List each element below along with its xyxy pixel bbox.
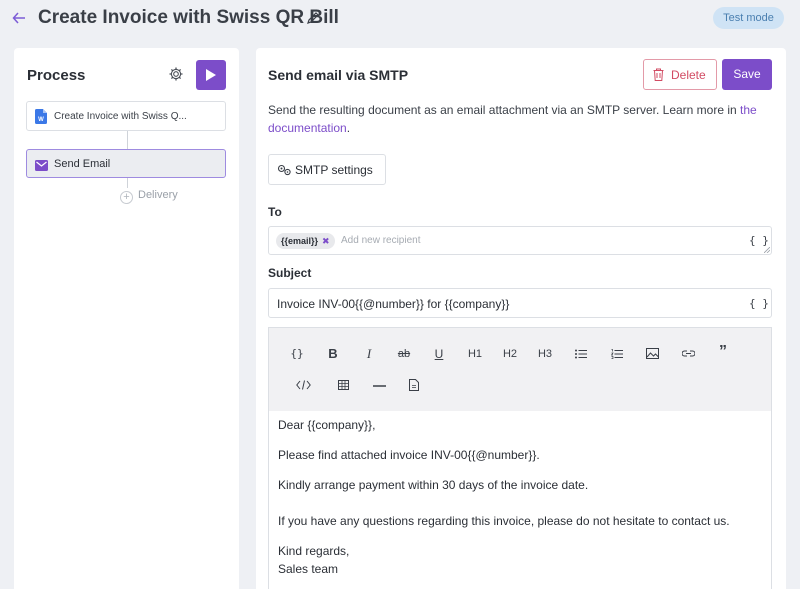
delete-button[interactable]: Delete (643, 59, 717, 90)
body-line: Sales team (278, 562, 339, 576)
code-icon[interactable] (291, 375, 315, 395)
play-icon (206, 69, 216, 81)
heading2-button[interactable]: H2 (498, 344, 522, 364)
editor-toolbar: {} B I ab U H1 H2 H3 ” (269, 328, 771, 411)
table-icon[interactable] (331, 375, 355, 395)
body-line: Dear {{company}}, (278, 418, 376, 432)
bullet-list-icon[interactable] (569, 344, 593, 364)
step-config-panel: Send email via SMTP Delete Save Send the… (256, 48, 786, 589)
add-delivery-button[interactable]: + Delivery (120, 189, 178, 204)
panel-title: Send email via SMTP (268, 67, 409, 83)
step-label: Create Invoice with Swiss Q... (54, 111, 187, 122)
body-line: Kindly arrange payment within 30 days of… (278, 478, 589, 492)
italic-button[interactable]: I (357, 344, 381, 364)
subject-input[interactable]: Invoice INV-00{{@number}} for {{company}… (268, 288, 772, 318)
step-connector (127, 178, 128, 188)
underline-button[interactable]: U (427, 344, 451, 364)
file-icon[interactable] (402, 375, 426, 395)
plus-icon: + (120, 191, 133, 204)
recipient-chip[interactable]: {{email}} ✖ (276, 233, 335, 249)
test-mode-badge[interactable]: Test mode (713, 7, 784, 29)
delete-label: Delete (671, 68, 706, 82)
trash-icon (653, 68, 664, 81)
variable-icon[interactable]: { } (749, 234, 769, 247)
page-title: Create Invoice with Swiss QR Bill (38, 7, 339, 28)
email-body-editor[interactable]: {} B I ab U H1 H2 H3 ” Dear {{company}},… (268, 327, 772, 589)
process-panel: Process W Create Invoice with Swiss Q...… (14, 48, 239, 589)
mail-icon (35, 158, 48, 171)
recipient-chip-text: {{email}} (281, 236, 319, 246)
link-icon[interactable] (676, 344, 700, 364)
variable-icon[interactable]: { } (749, 297, 769, 310)
svg-text:W: W (38, 117, 44, 123)
run-button[interactable] (196, 60, 226, 90)
add-delivery-label: Delivery (138, 189, 178, 201)
body-line: Kind regards, (278, 544, 350, 558)
save-button[interactable]: Save (722, 59, 772, 90)
step-send-email[interactable]: Send Email (26, 149, 226, 178)
description-text: Send the resulting document as an email … (268, 103, 737, 117)
step-connector (127, 131, 128, 149)
gear-icon[interactable] (168, 66, 184, 82)
top-header: Create Invoice with Swiss QR Bill Test m… (0, 0, 800, 38)
description-end: . (346, 121, 351, 135)
recipients-field[interactable]: {{email}} ✖ Add new recipient { } (268, 226, 772, 255)
heading3-button[interactable]: H3 (533, 344, 557, 364)
smtp-settings-button[interactable]: SMTP settings (268, 154, 386, 185)
step-create-invoice[interactable]: W Create Invoice with Swiss Q... (26, 101, 226, 131)
body-line: If you have any questions regarding this… (278, 514, 730, 528)
body-line: Please find attached invoice INV-00{{@nu… (278, 448, 540, 462)
to-label: To (268, 205, 282, 219)
remove-chip-icon[interactable]: ✖ (322, 236, 330, 246)
pencil-icon[interactable] (306, 8, 324, 28)
strikethrough-button[interactable]: ab (392, 344, 416, 364)
process-title: Process (27, 67, 86, 84)
image-icon[interactable] (640, 344, 664, 364)
horizontal-rule-icon[interactable] (367, 375, 391, 395)
arrow-left-icon[interactable] (12, 8, 30, 28)
panel-description: Send the resulting document as an email … (268, 101, 768, 137)
document-icon: W (35, 109, 47, 124)
subject-value: Invoice INV-00{{@number}} for {{company}… (277, 297, 510, 311)
heading1-button[interactable]: H1 (463, 344, 487, 364)
resize-handle-icon[interactable] (764, 247, 770, 253)
quote-icon[interactable]: ” (711, 342, 735, 362)
recipient-input-placeholder[interactable]: Add new recipient (341, 235, 421, 246)
variable-button[interactable]: {} (285, 344, 309, 364)
smtp-settings-label: SMTP settings (295, 163, 373, 177)
gears-icon (277, 164, 291, 176)
subject-label: Subject (268, 266, 312, 280)
bold-button[interactable]: B (321, 344, 345, 364)
numbered-list-icon[interactable] (605, 344, 629, 364)
step-label: Send Email (54, 158, 111, 170)
